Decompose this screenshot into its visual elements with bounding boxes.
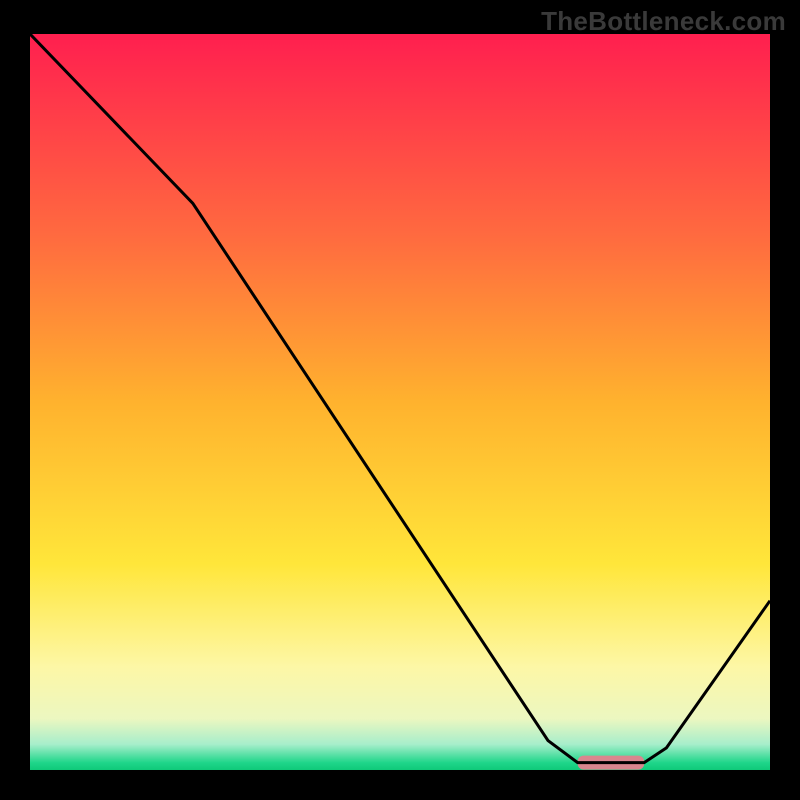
chart-area <box>30 34 770 770</box>
chart-svg <box>30 34 770 770</box>
chart-background <box>30 34 770 770</box>
frame: TheBottleneck.com <box>0 0 800 800</box>
watermark-text: TheBottleneck.com <box>541 6 786 37</box>
